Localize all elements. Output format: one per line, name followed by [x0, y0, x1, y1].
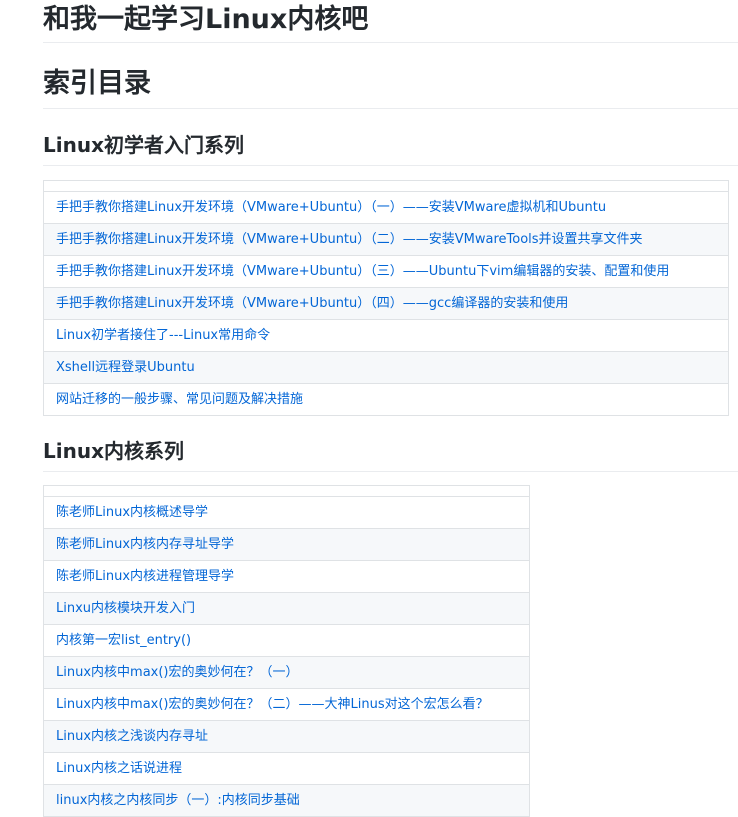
link-beginner-6[interactable]: Xshell远程登录Ubuntu	[56, 360, 195, 375]
link-beginner-3[interactable]: 手把手教你搭建Linux开发环境（VMware+Ubuntu）（三）——Ubun…	[56, 264, 669, 279]
table-row: Linxu内核模块开发入门	[43, 592, 530, 625]
table-cell: Linxu内核模块开发入门	[43, 592, 530, 625]
kernel-links-table: 陈老师Linux内核概述导学 陈老师Linux内核内存寻址导学 陈老师Linux…	[43, 485, 530, 817]
table-header-cell	[43, 180, 729, 192]
table-cell: Linux内核中max()宏的奥妙何在？（一）	[43, 656, 530, 689]
table-cell: Linux内核之话说进程	[43, 752, 530, 785]
link-kernel-6[interactable]: Linux内核中max()宏的奥妙何在？（一）	[56, 665, 299, 680]
table-cell: 网站迁移的一般步骤、常见问题及解决措施	[43, 383, 729, 416]
link-kernel-1[interactable]: 陈老师Linux内核概述导学	[56, 505, 208, 520]
table-header-cell	[43, 485, 530, 497]
beginner-links-table: 手把手教你搭建Linux开发环境（VMware+Ubuntu）（一）——安装VM…	[43, 180, 729, 416]
page-title: 和我一起学习Linux内核吧	[43, 2, 738, 43]
link-kernel-5[interactable]: 内核第一宏list_entry()	[56, 633, 191, 648]
link-beginner-2[interactable]: 手把手教你搭建Linux开发环境（VMware+Ubuntu）（二）——安装VM…	[56, 232, 643, 247]
link-kernel-2[interactable]: 陈老师Linux内核内存寻址导学	[56, 537, 234, 552]
table-cell: 陈老师Linux内核进程管理导学	[43, 560, 530, 593]
table-cell: 手把手教你搭建Linux开发环境（VMware+Ubuntu）（四）——gcc编…	[43, 287, 729, 320]
section-heading-kernel: Linux内核系列	[43, 437, 738, 472]
link-beginner-1[interactable]: 手把手教你搭建Linux开发环境（VMware+Ubuntu）（一）——安装VM…	[56, 200, 606, 215]
table-header-row	[43, 180, 729, 192]
section-heading-beginner: Linux初学者入门系列	[43, 131, 738, 166]
table-cell: Linux内核中max()宏的奥妙何在？（二）——大神Linus对这个宏怎么看？	[43, 688, 530, 721]
link-kernel-10[interactable]: linux内核之内核同步（一）:内核同步基础	[56, 793, 300, 808]
table-cell: Xshell远程登录Ubuntu	[43, 351, 729, 384]
table-row: 网站迁移的一般步骤、常见问题及解决措施	[43, 383, 729, 416]
link-beginner-5[interactable]: Linux初学者接住了---Linux常用命令	[56, 328, 270, 343]
table-cell: Linux初学者接住了---Linux常用命令	[43, 319, 729, 352]
link-kernel-7[interactable]: Linux内核中max()宏的奥妙何在？（二）——大神Linus对这个宏怎么看？	[56, 697, 489, 712]
table-row: linux内核之内核同步（一）:内核同步基础	[43, 784, 530, 817]
table-cell: 手把手教你搭建Linux开发环境（VMware+Ubuntu）（一）——安装VM…	[43, 191, 729, 224]
table-cell: linux内核之内核同步（一）:内核同步基础	[43, 784, 530, 817]
table-row: Linux内核中max()宏的奥妙何在？（一）	[43, 656, 530, 689]
table-row: 手把手教你搭建Linux开发环境（VMware+Ubuntu）（一）——安装VM…	[43, 191, 729, 224]
table-cell: Linux内核之浅谈内存寻址	[43, 720, 530, 753]
table-row: Xshell远程登录Ubuntu	[43, 351, 729, 384]
link-kernel-8[interactable]: Linux内核之浅谈内存寻址	[56, 729, 208, 744]
table-row: Linux内核之话说进程	[43, 752, 530, 785]
table-row: 手把手教你搭建Linux开发环境（VMware+Ubuntu）（二）——安装VM…	[43, 223, 729, 256]
table-cell: 手把手教你搭建Linux开发环境（VMware+Ubuntu）（三）——Ubun…	[43, 255, 729, 288]
table-row: Linux内核中max()宏的奥妙何在？（二）——大神Linus对这个宏怎么看？	[43, 688, 530, 721]
table-row: 陈老师Linux内核进程管理导学	[43, 560, 530, 593]
table-row: 内核第一宏list_entry()	[43, 624, 530, 657]
link-kernel-3[interactable]: 陈老师Linux内核进程管理导学	[56, 569, 234, 584]
table-row: Linux初学者接住了---Linux常用命令	[43, 319, 729, 352]
table-row: Linux内核之浅谈内存寻址	[43, 720, 530, 753]
table-cell: 内核第一宏list_entry()	[43, 624, 530, 657]
table-cell: 陈老师Linux内核概述导学	[43, 496, 530, 529]
link-kernel-9[interactable]: Linux内核之话说进程	[56, 761, 182, 776]
index-heading: 索引目录	[43, 66, 738, 109]
table-row: 手把手教你搭建Linux开发环境（VMware+Ubuntu）（三）——Ubun…	[43, 255, 729, 288]
table-cell: 手把手教你搭建Linux开发环境（VMware+Ubuntu）（二）——安装VM…	[43, 223, 729, 256]
link-beginner-7[interactable]: 网站迁移的一般步骤、常见问题及解决措施	[56, 392, 303, 407]
table-header-row	[43, 485, 530, 497]
table-row: 陈老师Linux内核概述导学	[43, 496, 530, 529]
link-kernel-4[interactable]: Linxu内核模块开发入门	[56, 601, 195, 616]
table-row: 手把手教你搭建Linux开发环境（VMware+Ubuntu）（四）——gcc编…	[43, 287, 729, 320]
link-beginner-4[interactable]: 手把手教你搭建Linux开发环境（VMware+Ubuntu）（四）——gcc编…	[56, 296, 568, 311]
table-cell: 陈老师Linux内核内存寻址导学	[43, 528, 530, 561]
table-row: 陈老师Linux内核内存寻址导学	[43, 528, 530, 561]
